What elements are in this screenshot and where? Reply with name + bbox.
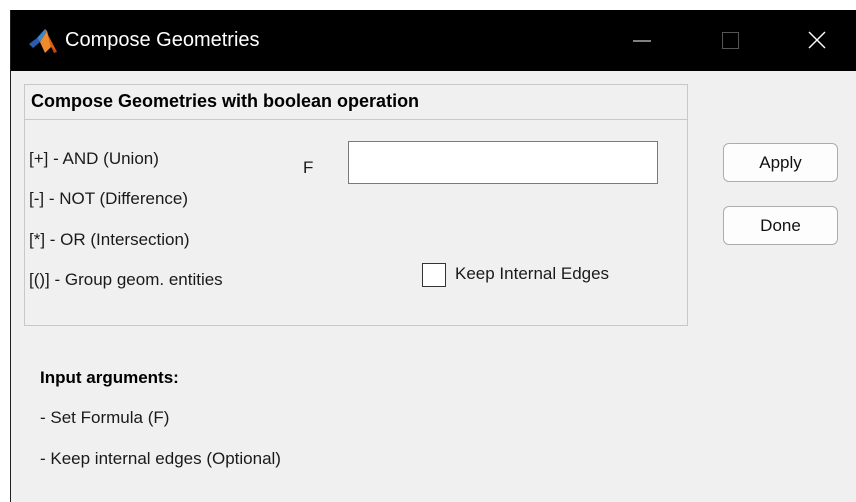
operation-group-label: [()] - Group geom. entities [29,270,223,289]
window-title: Compose Geometries [65,29,260,51]
group-header: Compose Geometries with boolean operatio… [25,85,687,120]
keep-internal-edges-label[interactable]: Keep Internal Edges [455,264,609,284]
operation-intersection-label: [*] - OR (Intersection) [29,230,190,249]
operation-union-label: [+] - AND (Union) [29,149,159,168]
maximize-button [687,10,767,71]
group-title: Compose Geometries with boolean operatio… [31,91,420,111]
boolean-operation-group: Compose Geometries with boolean operatio… [24,84,688,326]
close-button[interactable] [777,10,856,71]
matlab-icon [27,27,59,55]
close-icon [808,31,826,49]
input-arguments-heading: Input arguments: [40,368,179,387]
operation-difference-label: [-] - NOT (Difference) [29,189,189,208]
arg-keep-internal-edges: - Keep internal edges (Optional) [40,449,281,468]
formula-label: F [303,158,314,177]
arg-set-formula: - Set Formula (F) [40,408,170,427]
title-bar[interactable]: Compose Geometries [11,10,856,71]
keep-internal-edges-checkbox[interactable] [422,263,446,287]
formula-input[interactable] [348,141,658,184]
compose-geometries-window: Compose Geometries Compose Geometries wi… [10,10,856,502]
done-button[interactable]: Done [723,206,838,245]
minimize-button[interactable] [599,10,679,71]
apply-button[interactable]: Apply [723,143,838,182]
maximize-icon [722,32,739,49]
minimize-icon [633,40,651,42]
